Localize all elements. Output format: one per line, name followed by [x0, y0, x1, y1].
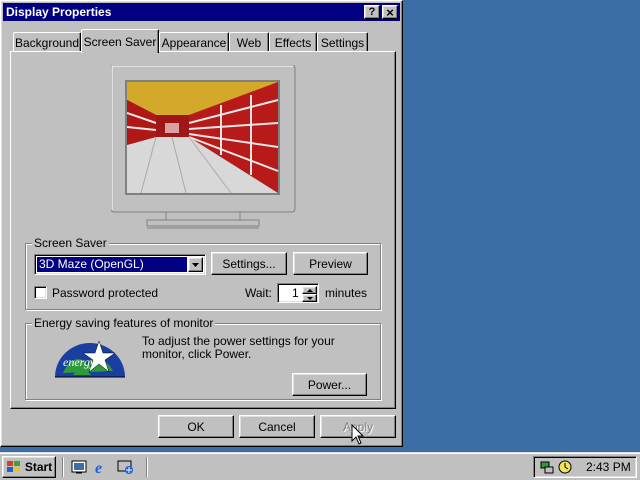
energy-group-label: Energy saving features of monitor	[32, 316, 216, 330]
taskbar-separator-2	[146, 457, 148, 477]
network-icon[interactable]	[539, 459, 555, 475]
wait-input[interactable]: 1	[277, 283, 319, 303]
chevron-down-icon	[191, 262, 199, 267]
energy-logo-text: energy	[63, 355, 96, 369]
power-button[interactable]: Power...	[292, 373, 367, 396]
wait-value: 1	[292, 286, 299, 300]
preview-button[interactable]: Preview	[293, 252, 368, 275]
cancel-button[interactable]: Cancel	[239, 415, 315, 438]
screen-saver-selected-value: 3D Maze (OpenGL)	[37, 257, 187, 272]
internet-explorer-icon[interactable]: e	[94, 459, 110, 477]
help-icon: ?	[368, 6, 376, 18]
energy-star-logo: energy	[53, 335, 127, 381]
tab-background[interactable]: Background	[13, 32, 81, 52]
tab-effects[interactable]: Effects	[269, 32, 317, 52]
svg-text:e: e	[95, 460, 102, 475]
tab-screen-saver[interactable]: Screen Saver	[81, 29, 159, 53]
start-button[interactable]: Start	[2, 456, 56, 478]
tab-web[interactable]: Web	[229, 32, 269, 52]
minutes-label: minutes	[325, 286, 368, 300]
energy-description: To adjust the power settings for your mo…	[142, 334, 335, 361]
mouse-cursor-icon	[351, 423, 365, 446]
tab-settings[interactable]: Settings	[317, 32, 368, 52]
windows-logo-icon	[6, 461, 20, 472]
close-button[interactable]: ×	[382, 4, 398, 20]
stepper-up-button[interactable]	[302, 286, 317, 294]
dropdown-arrow-button[interactable]	[188, 257, 203, 272]
start-label: Start	[24, 460, 53, 474]
taskbar: Start e 2:43 PM	[0, 452, 640, 480]
password-checkbox[interactable]	[34, 286, 47, 299]
arrow-up-icon	[306, 288, 313, 292]
dialog-window: Display Properties ? × Background Screen…	[0, 0, 403, 447]
screen-saver-select[interactable]: 3D Maze (OpenGL)	[34, 254, 206, 275]
screen-saver-group-label: Screen Saver	[32, 236, 109, 250]
clock[interactable]: 2:43 PM	[586, 460, 631, 474]
taskbar-separator	[62, 457, 64, 477]
wait-label: Wait:	[245, 286, 272, 300]
monitor-preview	[110, 64, 296, 235]
settings-button[interactable]: Settings...	[211, 252, 287, 275]
show-desktop-icon[interactable]	[71, 459, 87, 475]
scheduler-icon[interactable]	[557, 459, 573, 475]
close-icon: ×	[386, 4, 394, 20]
password-label[interactable]: Password protected	[52, 286, 158, 300]
tab-appearance[interactable]: Appearance	[159, 32, 229, 52]
window-title: Display Properties	[6, 5, 112, 19]
system-tray: 2:43 PM	[533, 456, 637, 478]
channels-icon[interactable]	[117, 459, 135, 475]
help-button[interactable]: ?	[364, 5, 380, 19]
ok-button[interactable]: OK	[158, 415, 234, 438]
stepper-down-button[interactable]	[302, 294, 317, 302]
wait-stepper[interactable]	[302, 286, 317, 302]
arrow-down-icon	[306, 296, 313, 300]
